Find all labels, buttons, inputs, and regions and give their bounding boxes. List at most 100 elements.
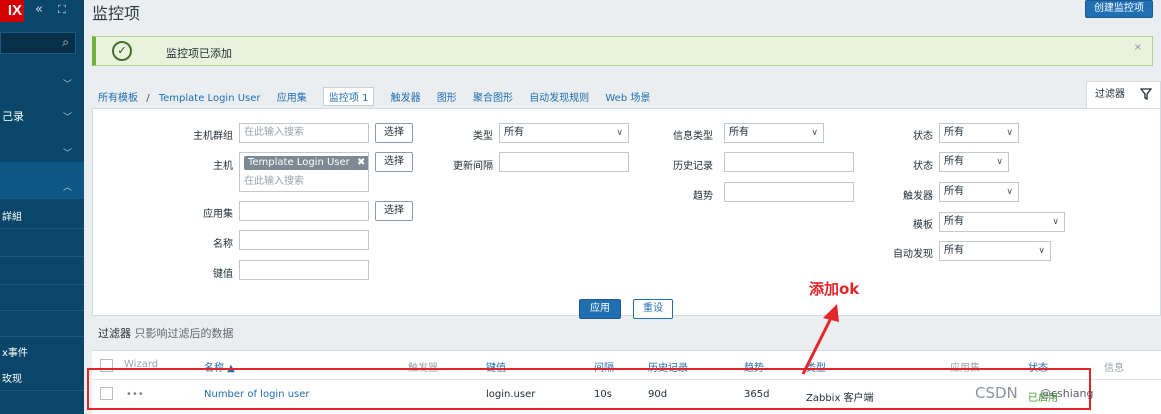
status-select-value: 所有	[944, 156, 964, 167]
filter-note-text: 只影响过滤后的数据	[131, 327, 234, 340]
tab-triggers[interactable]: 触发器	[391, 89, 421, 104]
filter-tab[interactable]: 过滤器	[1086, 81, 1161, 108]
sidebar-divider	[0, 390, 84, 391]
tab-items[interactable]: 监控项 1	[322, 87, 375, 106]
template-select[interactable]: 所有 ∨	[939, 212, 1065, 232]
sidebar-divider	[0, 284, 84, 285]
host-chip: Template Login User ✖	[244, 156, 368, 170]
funnel-icon	[1140, 88, 1152, 100]
name-input[interactable]	[239, 230, 369, 250]
reset-button[interactable]: 重设	[633, 299, 673, 319]
zabbix-logo[interactable]: IX	[0, 0, 24, 22]
sidebar-item-label: 詳組	[2, 212, 22, 223]
sidebar-divider	[0, 336, 84, 337]
chevron-down-icon[interactable]: ﹀	[63, 77, 72, 90]
key-label: 键值	[213, 269, 233, 280]
main-content: 监控项 创建监控项 ✓ 监控项已添加 × 所有模板 / Template Log…	[84, 0, 1161, 414]
chevron-up-icon[interactable]: ︿	[63, 180, 72, 193]
sidebar-search-input[interactable]: ⌕	[0, 32, 76, 54]
sidebar: IX « ⛶ ⌕ ﹀ 己录 ﹀ ﹀ ︿ 詳組 x事件 玫现	[0, 0, 84, 414]
fullscreen-icon[interactable]: ⛶	[58, 3, 66, 17]
host-group-select-button[interactable]: 选择	[375, 123, 413, 143]
trends-input[interactable]	[724, 182, 854, 202]
update-interval-input[interactable]	[499, 152, 629, 172]
sidebar-divider	[0, 256, 84, 257]
status-label: 状态	[913, 161, 933, 172]
highlight-box	[87, 368, 1091, 410]
triggers-select[interactable]: 所有 ∨	[939, 182, 1019, 202]
application-label: 应用集	[203, 209, 233, 220]
type-label: 类型	[473, 131, 493, 142]
sidebar-item-label: 玫现	[2, 374, 22, 385]
column-header-info: 信息	[1104, 363, 1124, 374]
info-type-label: 信息类型	[673, 131, 713, 142]
history-input[interactable]	[724, 152, 854, 172]
apply-button[interactable]: 应用	[579, 299, 621, 319]
state-label: 状态	[913, 131, 933, 142]
host-group-input[interactable]: 在此输入搜索	[239, 123, 369, 143]
close-icon[interactable]: ×	[1134, 42, 1142, 53]
trends-label: 趋势	[693, 191, 713, 202]
type-select-value: 所有	[504, 127, 524, 138]
application-input[interactable]	[239, 201, 369, 221]
discovery-label: 自动发现	[893, 249, 933, 260]
host-group-label: 主机群组	[193, 131, 233, 142]
success-message: ✓ 监控项已添加 ×	[92, 36, 1153, 66]
host-search-placeholder[interactable]: 在此输入搜索	[244, 173, 304, 191]
triggers-select-value: 所有	[944, 186, 964, 197]
chevron-down-icon: ∨	[1038, 246, 1045, 256]
name-label: 名称	[213, 239, 233, 250]
chevron-down-icon: ∨	[1006, 187, 1013, 197]
search-icon[interactable]: ⌕	[62, 35, 69, 50]
sidebar-item-discovery[interactable]: 玫现	[0, 370, 84, 385]
sidebar-item-events[interactable]: x事件	[0, 344, 84, 359]
page-title: 监控项	[92, 4, 141, 23]
sidebar-divider	[0, 198, 84, 199]
host-label: 主机	[213, 161, 233, 172]
tab-applications[interactable]: 应用集	[277, 89, 307, 104]
breadcrumb: 所有模板 / Template Login User 应用集 监控项 1 触发器…	[98, 87, 663, 106]
chevron-down-icon: ∨	[1052, 217, 1059, 227]
state-select-value: 所有	[944, 127, 964, 138]
triggers-filter-label: 触发器	[903, 191, 933, 202]
host-select-button[interactable]: 选择	[375, 152, 413, 172]
breadcrumb-template[interactable]: Template Login User	[159, 93, 261, 104]
status-select[interactable]: 所有 ∨	[939, 152, 1009, 172]
create-item-button[interactable]: 创建监控项	[1085, 0, 1153, 18]
discovery-select-value: 所有	[944, 245, 964, 256]
chevron-down-icon: ∨	[616, 128, 623, 138]
history-label: 历史记录	[673, 161, 713, 172]
discovery-select[interactable]: 所有 ∨	[939, 241, 1051, 261]
sidebar-divider	[0, 228, 84, 229]
filter-note-prefix: 过滤器	[98, 327, 131, 340]
host-multiselect[interactable]: Template Login User ✖ 在此输入搜索	[239, 152, 369, 192]
sidebar-item-host-groups[interactable]: 詳組	[0, 208, 84, 223]
type-select[interactable]: 所有 ∨	[499, 123, 629, 143]
sidebar-item-label: x事件	[2, 348, 28, 359]
info-type-select[interactable]: 所有 ∨	[724, 123, 824, 143]
application-select-button[interactable]: 选择	[375, 201, 413, 221]
breadcrumb-all-templates[interactable]: 所有模板	[98, 89, 138, 104]
success-message-text: 监控项已添加	[166, 47, 232, 60]
info-type-select-value: 所有	[729, 127, 749, 138]
state-select[interactable]: 所有 ∨	[939, 123, 1019, 143]
chevron-down-icon[interactable]: ﹀	[63, 110, 72, 123]
filter-note: 过滤器 只影响过滤后的数据	[98, 325, 234, 341]
tab-graphs[interactable]: 图形	[437, 89, 457, 104]
tab-screens[interactable]: 聚合图形	[473, 89, 513, 104]
filter-tab-label: 过滤器	[1095, 89, 1125, 100]
chevron-down-icon: ∨	[996, 157, 1003, 167]
template-label: 模板	[913, 220, 933, 231]
check-circle-icon: ✓	[112, 41, 132, 61]
annotation-text: 添加ok	[809, 280, 860, 298]
tab-web-scenarios[interactable]: Web 场景	[605, 89, 650, 104]
key-input[interactable]	[239, 260, 369, 280]
tab-discovery-rules[interactable]: 自动发现规则	[529, 89, 589, 104]
breadcrumb-separator: /	[146, 93, 150, 104]
double-chevron-left-icon[interactable]: «	[35, 2, 43, 17]
close-icon[interactable]: ✖	[357, 157, 365, 168]
update-interval-label: 更新间隔	[453, 161, 493, 172]
annotation-arrow	[801, 304, 839, 375]
chevron-down-icon[interactable]: ﹀	[63, 146, 72, 159]
sidebar-item-label: 己录	[2, 110, 24, 123]
